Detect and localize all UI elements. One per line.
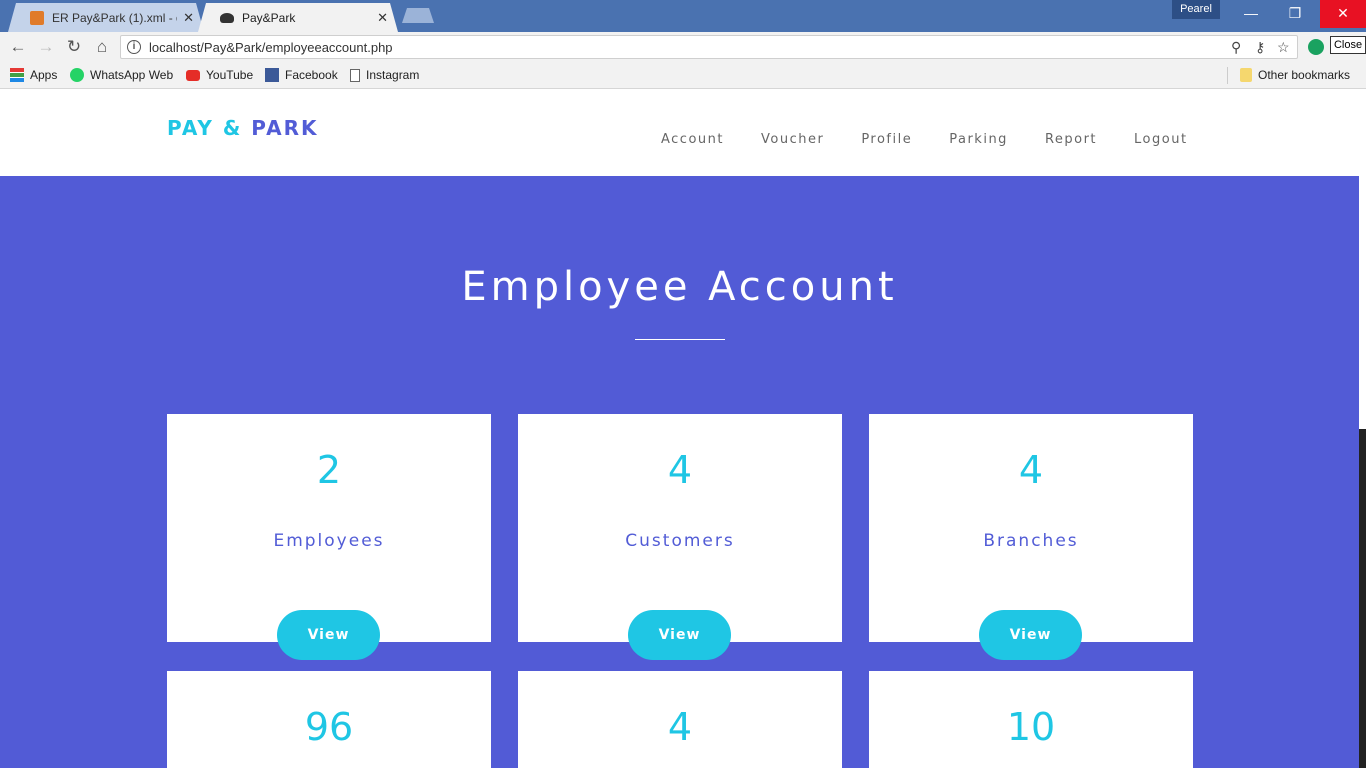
folder-icon	[1240, 68, 1252, 82]
extension-icon[interactable]	[1308, 39, 1324, 55]
key-icon[interactable]: ⚷	[1255, 39, 1265, 56]
nav-parking[interactable]: Parking	[949, 132, 1008, 147]
facebook-icon	[265, 68, 279, 82]
back-arrow-icon[interactable]: ←	[6, 36, 30, 58]
window-close-button[interactable]: ✕	[1320, 0, 1366, 28]
tab-pay-park[interactable]: Pay&Park ✕	[198, 3, 398, 32]
nav-profile[interactable]: Profile	[861, 132, 912, 147]
drawio-icon	[30, 10, 44, 25]
youtube-icon	[186, 69, 200, 81]
url-text[interactable]: localhost/Pay&Park/employeeaccount.php	[149, 40, 393, 55]
browser-titlebar: ER Pay&Park (1).xml - dra ✕ Pay&Park ✕ P…	[0, 0, 1366, 32]
card-value: 96	[304, 705, 354, 749]
address-bar[interactable]: i localhost/Pay&Park/employeeaccount.php…	[120, 35, 1298, 59]
bookmark-divider	[1227, 67, 1228, 84]
view-branches-button[interactable]: View	[979, 610, 1082, 660]
card-label: Employees	[273, 531, 385, 551]
bookmarks-bar: Apps WhatsApp Web YouTube Facebook Insta…	[0, 62, 1366, 89]
car-icon	[220, 12, 234, 23]
tab-close-icon[interactable]: ✕	[377, 10, 388, 26]
title-divider	[635, 339, 725, 340]
nav-voucher[interactable]: Voucher	[761, 132, 824, 147]
maximize-button[interactable]: ❐	[1272, 0, 1318, 28]
scrollbar-gutter	[1359, 90, 1366, 768]
card-employees: 2 Employees	[167, 414, 491, 642]
card-value: 10	[1006, 705, 1056, 749]
view-employees-button[interactable]: View	[277, 610, 380, 660]
bookmark-label: WhatsApp Web	[90, 68, 174, 82]
card-stat-6: 10	[869, 671, 1193, 768]
brand-amp: &	[222, 116, 243, 140]
bookmark-label: Instagram	[366, 68, 420, 82]
bookmark-youtube[interactable]: YouTube	[186, 68, 253, 82]
view-customers-button[interactable]: View	[628, 610, 731, 660]
bookmark-label: Facebook	[285, 68, 338, 82]
card-value: 2	[316, 448, 342, 492]
page-title: Employee Account	[461, 264, 898, 310]
zoom-icon[interactable]: ⚲	[1231, 39, 1241, 56]
nav-account[interactable]: Account	[661, 132, 724, 147]
card-stat-4: 96	[167, 671, 491, 768]
main-section: Employee Account 2 Employees 4 Customers…	[0, 176, 1359, 768]
minimize-button[interactable]: —	[1228, 0, 1274, 28]
tab-close-icon[interactable]: ✕	[183, 10, 194, 26]
card-customers: 4 Customers	[518, 414, 842, 642]
bookmark-star-icon[interactable]: ☆	[1277, 39, 1290, 56]
reload-icon[interactable]: ↻	[62, 36, 86, 58]
browser-toolbar: ← → ↻ ⌂ i localhost/Pay&Park/employeeacc…	[0, 32, 1366, 62]
brand-park: PARK	[251, 116, 319, 140]
whatsapp-icon	[70, 68, 84, 82]
bookmark-label: Apps	[30, 68, 58, 82]
bookmark-label: Other bookmarks	[1258, 68, 1351, 82]
tab-title: Pay&Park	[242, 10, 296, 25]
tab-title: ER Pay&Park (1).xml - dra	[52, 10, 177, 25]
page-icon	[350, 68, 360, 82]
card-value: 4	[667, 705, 693, 749]
bookmark-facebook[interactable]: Facebook	[265, 68, 338, 82]
forward-arrow-icon[interactable]: →	[34, 36, 58, 58]
bookmark-apps[interactable]: Apps	[10, 68, 57, 82]
card-branches: 4 Branches	[869, 414, 1193, 642]
main-nav: Account Voucher Profile Parking Report L…	[661, 132, 1188, 147]
card-stat-5: 4	[518, 671, 842, 768]
bookmark-other[interactable]: Other bookmarks	[1240, 68, 1350, 82]
profile-badge[interactable]: Pearel	[1172, 0, 1220, 19]
nav-logout[interactable]: Logout	[1134, 132, 1188, 147]
card-label: Customers	[625, 531, 735, 551]
brand-logo[interactable]: PAY & PARK	[167, 116, 318, 140]
bookmark-instagram[interactable]: Instagram	[350, 68, 419, 82]
bookmark-label: YouTube	[206, 68, 254, 82]
tab-er-diagram[interactable]: ER Pay&Park (1).xml - dra ✕	[8, 3, 204, 32]
info-icon[interactable]: i	[127, 40, 141, 54]
close-tooltip: Close	[1330, 36, 1366, 54]
new-tab-button[interactable]	[402, 8, 434, 23]
card-value: 4	[667, 448, 693, 492]
bookmark-whatsapp[interactable]: WhatsApp Web	[70, 68, 173, 82]
desktop-edge	[1359, 429, 1366, 768]
nav-report[interactable]: Report	[1045, 132, 1097, 147]
site-header: PAY & PARK Account Voucher Profile Parki…	[0, 90, 1359, 176]
brand-pay: PAY	[167, 116, 214, 140]
card-label: Branches	[983, 531, 1079, 551]
apps-grid-icon	[10, 68, 24, 82]
card-value: 4	[1018, 448, 1044, 492]
home-icon[interactable]: ⌂	[90, 36, 114, 58]
